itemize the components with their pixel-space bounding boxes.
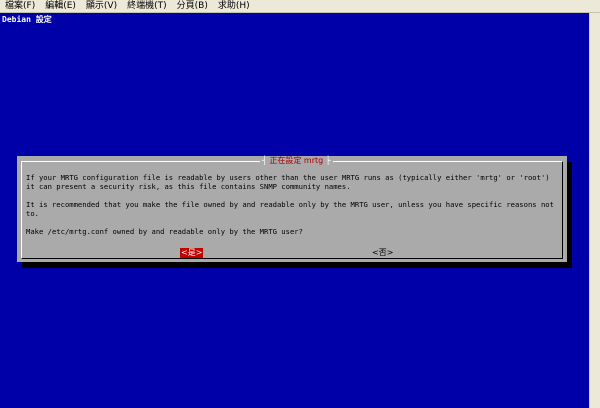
terminal-title: Debian 設定: [2, 15, 52, 24]
terminal-area[interactable]: Debian 設定 ┤ 正在設定 mrtg ├ If your MRTG con…: [0, 13, 600, 408]
dialog-paragraph-1: If your MRTG configuration file is reada…: [26, 173, 550, 191]
scrollbar[interactable]: [589, 13, 600, 408]
dialog-question: Make /etc/mrtg.conf owned by and readabl…: [26, 227, 303, 236]
dialog-title-text: 正在設定 mrtg: [269, 156, 324, 165]
no-button[interactable]: <否>: [371, 248, 394, 258]
menu-tabs[interactable]: 分頁(B): [172, 0, 213, 13]
config-dialog: ┤ 正在設定 mrtg ├ If your MRTG configuration…: [17, 156, 567, 262]
menu-file[interactable]: 檔案(F): [0, 0, 40, 13]
dialog-paragraph-2: It is recommended that you make the file…: [26, 200, 554, 218]
dialog-message: If your MRTG configuration file is reada…: [26, 173, 554, 245]
dialog-title: ┤ 正在設定 mrtg ├: [260, 156, 333, 166]
yes-button[interactable]: <是>: [180, 248, 204, 258]
menu-bar: 檔案(F) 編輯(E) 顯示(V) 終端機(T) 分頁(B) 求助(H): [0, 0, 600, 13]
dialog-title-right-bracket: ├: [325, 156, 331, 165]
menu-edit[interactable]: 編輯(E): [40, 0, 81, 13]
menu-help[interactable]: 求助(H): [213, 0, 255, 13]
dialog-title-left-bracket: ┤: [262, 156, 267, 165]
menu-terminal[interactable]: 終端機(T): [122, 0, 172, 13]
menu-view[interactable]: 顯示(V): [81, 0, 122, 13]
